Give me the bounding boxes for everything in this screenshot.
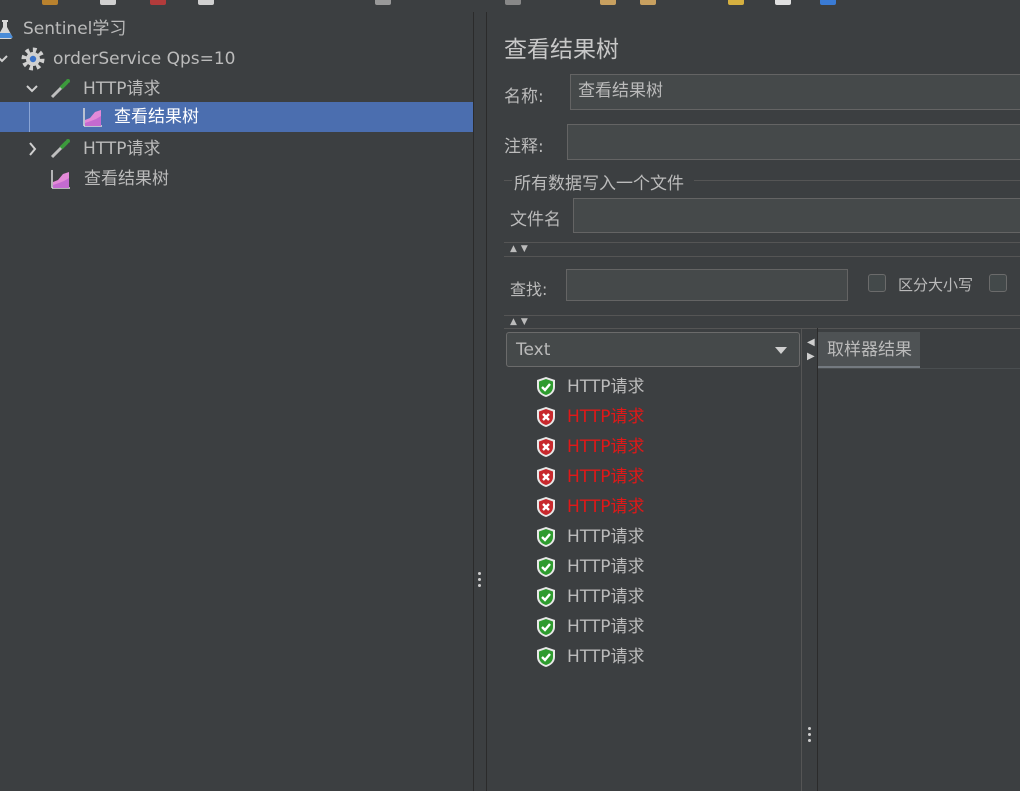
view-results-tree-panel: 查看结果树 名称: 查看结果树 注释: 所有数据写入一个文件 文件名 ▲▼ 查找…	[487, 12, 1020, 791]
pane-splitter[interactable]	[473, 12, 487, 791]
tab-underline	[818, 368, 1020, 369]
chevron-down-icon[interactable]	[0, 44, 10, 74]
sample-result-label: HTTP请求	[567, 587, 645, 607]
sample-result-label: HTTP请求	[567, 557, 645, 577]
tree-item-http-request[interactable]: HTTP请求	[0, 134, 473, 164]
sample-result-label: HTTP请求	[567, 527, 645, 547]
tree-item-label: orderService Qps=10	[53, 49, 236, 69]
success-shield-icon	[537, 557, 555, 577]
page-title: 查看结果树	[504, 37, 619, 63]
comment-field[interactable]	[567, 124, 1020, 160]
toolbar-icon[interactable]	[775, 0, 791, 5]
toolbar-icon[interactable]	[728, 0, 744, 5]
success-shield-icon	[537, 527, 555, 547]
error-shield-icon	[537, 467, 555, 487]
divider	[504, 242, 1020, 243]
toolbar-icon[interactable]	[150, 0, 166, 5]
drag-handle-icon[interactable]	[478, 572, 482, 590]
tree-guide-line	[29, 102, 30, 132]
drag-handle-icon[interactable]	[808, 727, 812, 745]
divider	[504, 328, 1020, 329]
toolbar-icon[interactable]	[375, 0, 391, 5]
toolbar-icon[interactable]	[820, 0, 836, 5]
sample-result-label: HTTP请求	[567, 377, 645, 397]
divider	[504, 256, 1020, 257]
regex-checkbox[interactable]	[989, 274, 1007, 292]
toolbar-icon[interactable]	[42, 0, 58, 5]
case-sensitive-checkbox[interactable]	[868, 274, 886, 292]
success-shield-icon	[537, 617, 555, 637]
error-shield-icon	[537, 437, 555, 457]
renderer-select[interactable]: Text	[506, 332, 800, 367]
write-to-file-group-title: 所有数据写入一个文件	[514, 174, 684, 194]
tree-item-test-plan[interactable]: Sentinel学习	[0, 14, 473, 44]
gear-icon	[21, 47, 45, 71]
group-border	[694, 180, 1020, 181]
pipette-icon	[50, 139, 70, 159]
error-shield-icon	[537, 407, 555, 427]
tree-item-label: 查看结果树	[84, 169, 169, 189]
tree-item-view-results-tree-selected[interactable]: 查看结果树	[0, 102, 473, 132]
tree-item-view-results-tree[interactable]: 查看结果树	[0, 164, 473, 194]
search-input[interactable]	[566, 269, 848, 301]
results-divider	[801, 328, 802, 791]
flask-icon	[0, 20, 13, 40]
chart-listener-icon	[83, 108, 102, 127]
chart-listener-icon	[51, 170, 70, 189]
sample-result-label: HTTP请求	[567, 617, 645, 637]
case-sensitive-label: 区分大小写	[898, 276, 974, 294]
tree-item-label: HTTP请求	[83, 139, 161, 159]
pipette-icon	[50, 79, 70, 99]
divider	[504, 315, 1020, 316]
success-shield-icon	[537, 377, 555, 397]
tree-item-label: HTTP请求	[83, 79, 161, 99]
renderer-select-value: Text	[516, 340, 551, 360]
comment-label: 注释:	[504, 137, 544, 157]
sample-result-label: HTTP请求	[567, 467, 645, 487]
sample-result-label: HTTP请求	[567, 497, 645, 517]
filename-label: 文件名	[510, 210, 561, 230]
toolbar-icon[interactable]	[100, 0, 116, 5]
chevron-down-icon[interactable]	[24, 74, 40, 104]
sample-result-label: HTTP请求	[567, 407, 645, 427]
chevron-right-icon[interactable]	[24, 134, 40, 164]
test-plan-tree: Sentinel学习 orderService Qps=10 HTTP请求 查看…	[0, 12, 473, 791]
chevron-down-icon	[775, 347, 787, 354]
toolbar-icon[interactable]	[198, 0, 214, 5]
toolbar-icon[interactable]	[640, 0, 656, 5]
filename-field[interactable]	[573, 198, 1020, 233]
collapse-arrows-icon[interactable]: ▲▼	[510, 317, 532, 327]
toolbar-icon[interactable]	[600, 0, 616, 5]
sample-result-label: HTTP请求	[567, 647, 645, 667]
toolbar	[0, 0, 1020, 12]
tree-item-label: Sentinel学习	[23, 19, 127, 39]
split-arrows-icon[interactable]: ◀ ▶	[807, 336, 815, 364]
tree-item-http-request[interactable]: HTTP请求	[0, 74, 473, 104]
success-shield-icon	[537, 587, 555, 607]
name-field[interactable]: 查看结果树	[570, 74, 1020, 110]
search-label: 查找:	[510, 280, 548, 299]
tab-sampler-result[interactable]: 取样器结果	[818, 332, 920, 369]
error-shield-icon	[537, 497, 555, 517]
name-label: 名称:	[504, 87, 544, 107]
group-border	[504, 180, 512, 181]
results-divider	[817, 328, 818, 791]
success-shield-icon	[537, 647, 555, 667]
tree-item-label: 查看结果树	[114, 107, 199, 127]
sample-result-label: HTTP请求	[567, 437, 645, 457]
tree-item-thread-group[interactable]: orderService Qps=10	[0, 44, 473, 74]
collapse-arrows-icon[interactable]: ▲▼	[510, 244, 532, 254]
toolbar-icon[interactable]	[505, 0, 521, 5]
